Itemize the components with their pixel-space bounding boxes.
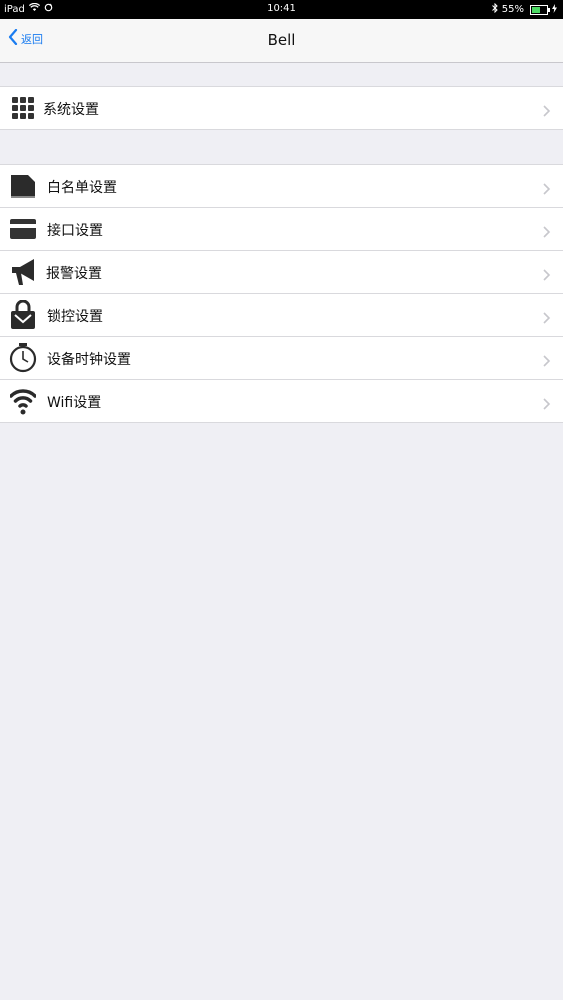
clock-icon bbox=[9, 343, 37, 373]
list-item-alarm-settings[interactable]: 报警设置 bbox=[0, 251, 563, 294]
status-time: 10:41 bbox=[267, 3, 296, 14]
settings-group-system: 系统设置 bbox=[0, 86, 563, 130]
grid-icon bbox=[9, 94, 37, 122]
list-item-interface-settings[interactable]: 接口设置 bbox=[0, 208, 563, 251]
list-item-label: 报警设置 bbox=[46, 266, 102, 282]
battery-percent: 55% bbox=[501, 4, 524, 15]
page-title: Bell bbox=[267, 31, 296, 49]
chevron-right-icon bbox=[541, 309, 551, 324]
document-icon bbox=[9, 172, 37, 200]
list-item-whitelist-settings[interactable]: 白名单设置 bbox=[0, 165, 563, 208]
list-item-label: 接口设置 bbox=[47, 223, 103, 239]
wifi-icon bbox=[9, 387, 37, 415]
list-item-wifi-settings[interactable]: Wifi设置 bbox=[0, 380, 563, 422]
list-item-label: Wifi设置 bbox=[47, 395, 102, 411]
status-bar: iPad 10:41 55% bbox=[0, 0, 563, 19]
card-icon bbox=[9, 215, 37, 243]
navigation-bar: 返回 Bell bbox=[0, 19, 563, 63]
list-item-label: 白名单设置 bbox=[47, 180, 117, 196]
list-item-device-clock-settings[interactable]: 设备时钟设置 bbox=[0, 337, 563, 380]
megaphone-icon bbox=[9, 258, 37, 286]
battery-icon bbox=[530, 4, 550, 15]
bluetooth-icon bbox=[491, 2, 498, 16]
chevron-right-icon bbox=[541, 352, 551, 367]
lock-icon bbox=[9, 300, 37, 329]
battery-level bbox=[532, 6, 540, 13]
settings-group-device: 白名单设置 接口设置 报警设置 锁控设置 设备时钟设置 Wifi设置 bbox=[0, 164, 563, 423]
list-item-label: 锁控设置 bbox=[47, 309, 103, 325]
chevron-right-icon bbox=[541, 266, 551, 281]
list-item-label: 设备时钟设置 bbox=[47, 352, 131, 368]
chevron-right-icon bbox=[541, 223, 551, 238]
chevron-right-icon bbox=[541, 180, 551, 195]
chevron-right-icon bbox=[541, 395, 551, 410]
status-right: 55% bbox=[491, 2, 557, 16]
battery-tip bbox=[548, 7, 550, 12]
chevron-right-icon bbox=[541, 102, 551, 117]
list-item-lock-settings[interactable]: 锁控设置 bbox=[0, 294, 563, 337]
list-item-label: 系统设置 bbox=[43, 102, 99, 118]
charging-icon bbox=[552, 3, 557, 16]
list-item-system-settings[interactable]: 系统设置 bbox=[0, 87, 563, 129]
